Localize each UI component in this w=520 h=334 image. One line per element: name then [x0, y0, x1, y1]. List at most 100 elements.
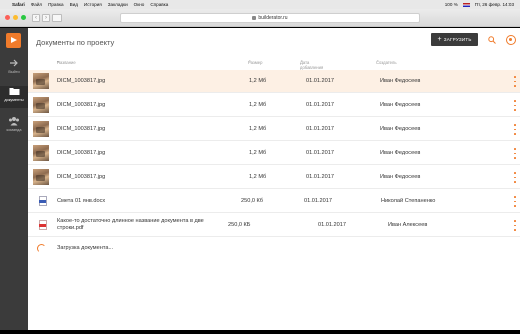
table-row[interactable]: DICM_1003817.jpg 1,2 Мб 01.01.2017 Иван … — [28, 94, 520, 117]
upload-button-label: ЗАГРУЗИТЬ — [443, 37, 472, 42]
lock-icon — [252, 16, 257, 20]
file-name[interactable]: Какое-то достаточно длинное название док… — [57, 218, 222, 231]
window-controls — [5, 15, 26, 20]
file-date: 01.01.2017 — [306, 174, 334, 180]
more-options-icon[interactable] — [514, 76, 517, 87]
column-header-size[interactable]: Размер ⌃ — [248, 59, 262, 65]
menu-bookmarks[interactable]: Закладки — [108, 2, 128, 7]
file-date: 01.01.2017 — [306, 102, 334, 108]
folder-icon — [9, 88, 19, 95]
menu-history[interactable]: История — [84, 2, 102, 7]
file-author: Николай Степаненко — [381, 198, 436, 204]
app-logo-icon[interactable] — [6, 33, 21, 48]
sidebar-item-label: команда — [6, 128, 22, 132]
file-author: Иван Федосеев — [380, 102, 421, 108]
table-row[interactable]: DICM_1003817.jpg 1,2 Мб 01.01.2017 Иван … — [28, 166, 520, 189]
table-row[interactable]: DICM_1003817.jpg 1,2 Мб 01.01.2017 Иван … — [28, 70, 520, 93]
upload-button[interactable]: + ЗАГРУЗИТЬ — [431, 33, 478, 46]
file-name[interactable]: DICM_1003817.jpg — [57, 150, 105, 156]
clock-text[interactable]: Пт, 26 февр. 14:03 — [475, 2, 514, 7]
team-icon — [9, 117, 19, 126]
menu-app[interactable]: Safari — [12, 2, 25, 7]
menu-window[interactable]: Окно — [134, 2, 145, 7]
zoom-window-icon[interactable] — [21, 15, 26, 20]
flag-icon[interactable] — [462, 2, 470, 7]
menu-edit[interactable]: Правка — [48, 2, 64, 7]
column-header-date[interactable]: Дата добавления ⌃ — [300, 59, 323, 70]
back-button[interactable]: ‹ — [32, 13, 40, 22]
file-author: Иван Алексеев — [388, 222, 428, 228]
file-size: 1,2 Мб — [249, 174, 267, 180]
menu-view[interactable]: Вид — [70, 2, 78, 7]
file-date: 01.01.2017 — [306, 78, 334, 84]
file-thumbnail — [33, 145, 49, 161]
more-options-icon[interactable] — [514, 196, 517, 207]
file-date: 01.01.2017 — [318, 222, 346, 228]
bottom-edge — [0, 330, 520, 334]
file-thumbnail — [33, 121, 49, 137]
profile-icon[interactable] — [506, 35, 516, 45]
file-date: 01.01.2017 — [306, 150, 334, 156]
file-thumbnail — [33, 97, 49, 113]
battery-text: 100 % — [444, 2, 458, 7]
column-header-name[interactable]: Название ▾ — [57, 59, 76, 65]
file-size: 1,2 Мб — [249, 126, 267, 132]
table-row[interactable]: Смета 01 янв.docx 250,0 Кб 01.01.2017 Ни… — [28, 190, 520, 213]
more-options-icon[interactable] — [514, 124, 517, 135]
url-text: builderator.ru — [258, 15, 288, 21]
file-size: 1,2 Мб — [249, 78, 267, 84]
file-author: Иван Федосеев — [380, 126, 421, 132]
table-header: Название ▾ Размер ⌃ Дата добавления ⌃ Со… — [28, 58, 520, 70]
file-size: 1,2 Мб — [249, 150, 267, 156]
search-icon[interactable] — [488, 36, 496, 44]
docx-file-icon — [39, 196, 47, 206]
file-name[interactable]: DICM_1003817.jpg — [57, 102, 105, 108]
sidebar-item-team[interactable]: команда — [0, 116, 28, 138]
address-bar[interactable]: builderator.ru — [120, 13, 420, 23]
sidebar-toggle-button[interactable] — [52, 13, 62, 22]
table-row[interactable]: Какое-то достаточно длинное название док… — [28, 214, 520, 237]
more-options-icon[interactable] — [514, 172, 517, 183]
more-options-icon[interactable] — [514, 220, 517, 231]
file-thumbnail — [33, 169, 49, 185]
forward-button[interactable]: › — [42, 13, 50, 22]
file-size: 250,0 КБ — [228, 222, 251, 228]
sidebar-item-logout[interactable]: Выйти — [0, 58, 28, 80]
file-date: 01.01.2017 — [306, 126, 334, 132]
minimize-window-icon[interactable] — [13, 15, 18, 20]
file-author: Иван Федосеев — [380, 174, 421, 180]
more-options-icon[interactable] — [514, 148, 517, 159]
upload-progress-row: Загрузка документа... — [28, 238, 520, 261]
menu-help[interactable]: Справка — [150, 2, 168, 7]
sidebar-item-label: Выйти — [8, 70, 20, 74]
macos-menubar: Safari Файл Правка Вид История Закладки … — [0, 0, 520, 9]
plus-icon: + — [437, 36, 442, 43]
pdf-file-icon — [39, 220, 47, 230]
sidebar-item-documents[interactable]: документы — [0, 86, 28, 108]
app-sidebar: Выйти документы команда — [0, 28, 28, 330]
sidebar-item-label: документы — [4, 98, 24, 102]
close-window-icon[interactable] — [5, 15, 10, 20]
main-content: Документы по проекту + ЗАГРУЗИТЬ Названи… — [28, 28, 520, 330]
file-size: 250,0 Кб — [241, 198, 264, 204]
browser-toolbar: ‹ › builderator.ru — [0, 9, 520, 27]
more-options-icon[interactable] — [514, 100, 517, 111]
file-thumbnail — [33, 73, 49, 89]
file-author: Иван Федосеев — [380, 78, 421, 84]
file-name[interactable]: DICM_1003817.jpg — [57, 78, 105, 84]
file-name[interactable]: Смета 01 янв.docx — [57, 198, 105, 204]
column-header-author[interactable]: Создатель ⌃ — [376, 59, 397, 65]
table-row[interactable]: DICM_1003817.jpg 1,2 Мб 01.01.2017 Иван … — [28, 118, 520, 141]
menubar-status: 100 % Пт, 26 февр. 14:03 — [445, 2, 514, 7]
arrow-right-icon — [10, 59, 18, 67]
file-name[interactable]: DICM_1003817.jpg — [57, 174, 105, 180]
file-date: 01.01.2017 — [304, 198, 332, 204]
file-author: Иван Федосеев — [380, 150, 421, 156]
upload-status-text: Загрузка документа... — [57, 245, 114, 251]
page-title: Документы по проекту — [36, 38, 115, 47]
file-name[interactable]: DICM_1003817.jpg — [57, 126, 105, 132]
menu-file[interactable]: Файл — [31, 2, 42, 7]
loading-spinner-icon — [37, 244, 46, 253]
file-size: 1,2 Мб — [249, 102, 267, 108]
table-row[interactable]: DICM_1003817.jpg 1,2 Мб 01.01.2017 Иван … — [28, 142, 520, 165]
